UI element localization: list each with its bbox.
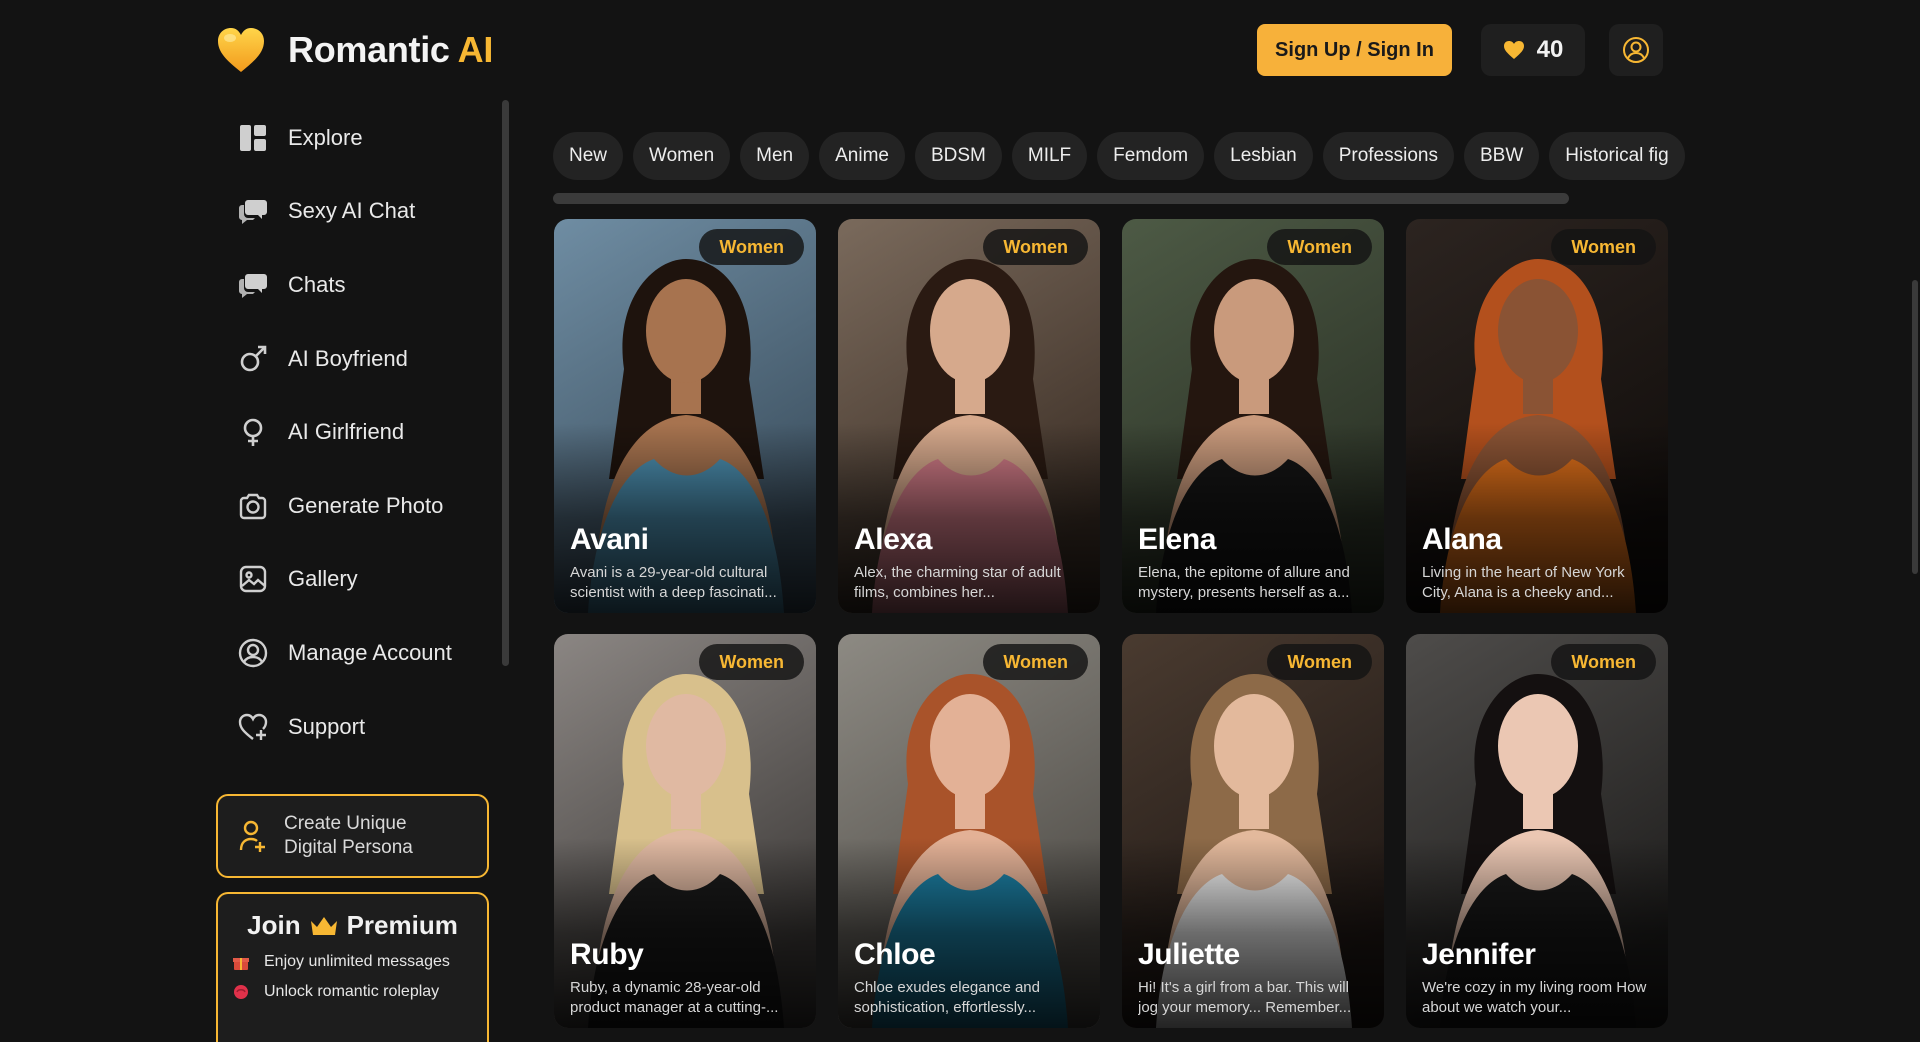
brand-logo[interactable]: Romantic AI — [216, 26, 493, 74]
category-chip-femdom[interactable]: Femdom — [1097, 132, 1205, 180]
category-chip-men[interactable]: Men — [740, 132, 810, 180]
character-card[interactable]: Women Jennifer We're cozy in my living r… — [1406, 634, 1668, 1028]
category-chip-anime[interactable]: Anime — [819, 132, 905, 180]
category-tabs: New Women Men Anime BDSM MILF Femdom Les… — [553, 132, 1688, 180]
user-circle-icon — [1623, 37, 1649, 63]
sidebar-item-label: AI Boyfriend — [288, 345, 408, 371]
character-description: Living in the heart of New York City, Al… — [1422, 564, 1625, 601]
character-description: Hi! It's a girl from a bar. This will jo… — [1138, 979, 1352, 1016]
brand-name: Romantic AI — [288, 29, 494, 70]
female-symbol-icon — [236, 415, 270, 449]
premium-title: Join Premium — [247, 910, 458, 940]
chat-bubbles-icon — [236, 194, 270, 228]
premium-perk: Enjoy unlimited messages — [218, 953, 487, 971]
create-persona-button[interactable]: Create Unique Digital Persona — [216, 794, 489, 878]
sidebar-scrollbar[interactable] — [502, 100, 509, 666]
category-chip-women[interactable]: Women — [633, 132, 731, 180]
category-badge: Women — [1267, 229, 1372, 265]
character-name: Ruby — [570, 938, 644, 971]
category-chip-bbw[interactable]: BBW — [1463, 132, 1540, 180]
sidebar-item-label: Generate Photo — [288, 492, 444, 518]
sidebar-item-support[interactable]: Support — [216, 690, 496, 764]
character-description: Avani is a 29-year-old cultural scientis… — [570, 564, 777, 601]
category-chip-milf[interactable]: MILF — [1011, 132, 1088, 180]
user-circle-icon — [236, 636, 270, 670]
character-name: Juliette — [1138, 938, 1240, 971]
character-name: Alana — [1422, 523, 1502, 556]
rose-icon — [234, 985, 248, 999]
character-description: Elena, the epitome of allure and mystery… — [1138, 564, 1350, 601]
sidebar-nav: Explore Sexy AI Chat Chats AI Boyfriend … — [216, 101, 496, 763]
credits-button[interactable]: 40 — [1481, 24, 1585, 76]
create-persona-label: Create Unique Digital Persona — [284, 813, 413, 858]
category-scrollbar[interactable] — [553, 193, 1569, 204]
sidebar-item-ai-girlfriend[interactable]: AI Girlfriend — [216, 395, 496, 469]
grid-icon — [236, 121, 270, 155]
character-name: Alexa — [854, 523, 933, 556]
gallery-icon — [236, 562, 270, 596]
sidebar-item-label: AI Girlfriend — [288, 419, 405, 445]
user-plus-icon — [239, 820, 265, 852]
character-description: Chloe exudes elegance and sophistication… — [854, 979, 1040, 1016]
character-card[interactable]: Women Avani Avani is a 29-year-old cultu… — [554, 219, 816, 613]
sidebar-item-label: Sexy AI Chat — [288, 198, 416, 224]
page-scrollbar[interactable] — [1912, 280, 1918, 574]
sidebar-item-label: Gallery — [288, 566, 358, 592]
category-chip-lesbian[interactable]: Lesbian — [1214, 132, 1313, 180]
sidebar-item-manage-account[interactable]: Manage Account — [216, 616, 496, 690]
character-card[interactable]: Women Alana Living in the heart of New Y… — [1406, 219, 1668, 613]
category-chip-historical[interactable]: Historical fig — [1549, 132, 1685, 180]
sidebar-item-ai-boyfriend[interactable]: AI Boyfriend — [216, 322, 496, 396]
character-name: Jennifer — [1422, 938, 1536, 971]
sidebar-item-explore[interactable]: Explore — [216, 101, 496, 175]
premium-perk: Unlock romantic roleplay — [218, 983, 487, 1001]
category-badge: Women — [1551, 229, 1656, 265]
crown-icon — [310, 916, 337, 935]
character-card[interactable]: Women Chloe Chloe exudes elegance and so… — [838, 634, 1100, 1028]
sidebar-item-label: Explore — [288, 124, 363, 150]
category-badge: Women — [699, 644, 804, 680]
sidebar-item-gallery[interactable]: Gallery — [216, 543, 496, 617]
sidebar-item-generate-photo[interactable]: Generate Photo — [216, 469, 496, 543]
category-chip-new[interactable]: New — [553, 132, 624, 180]
character-name: Elena — [1138, 523, 1217, 556]
premium-panel[interactable]: Join Premium Enjoy unlimited messages Un… — [216, 892, 489, 1042]
profile-button[interactable] — [1609, 24, 1663, 76]
sidebar-item-chats[interactable]: Chats — [216, 248, 496, 322]
character-card[interactable]: Women Ruby Ruby, a dynamic 28-year-old p… — [554, 634, 816, 1028]
character-name: Chloe — [854, 938, 936, 971]
chat-bubbles-icon — [236, 268, 270, 302]
male-symbol-icon — [236, 342, 270, 376]
sidebar-item-label: Support — [288, 713, 366, 739]
heart-plus-icon — [236, 710, 270, 744]
category-badge: Women — [983, 644, 1088, 680]
character-card[interactable]: Women Elena Elena, the epitome of allure… — [1122, 219, 1384, 613]
sidebar-item-label: Chats — [288, 271, 346, 297]
signup-button[interactable]: Sign Up / Sign In — [1257, 24, 1452, 76]
character-description: Ruby, a dynamic 28-year-old product mana… — [570, 979, 779, 1016]
category-badge: Women — [1267, 644, 1372, 680]
category-chip-professions[interactable]: Professions — [1322, 132, 1454, 180]
gift-icon — [233, 958, 249, 970]
character-card[interactable]: Women Alexa Alex, the charming star of a… — [838, 219, 1100, 613]
character-card[interactable]: Women Juliette Hi! It's a girl from a ba… — [1122, 634, 1384, 1028]
category-badge: Women — [983, 229, 1088, 265]
character-description: Alex, the charming star of adult films, … — [854, 564, 1061, 601]
category-badge: Women — [699, 229, 804, 265]
category-chip-bdsm[interactable]: BDSM — [914, 132, 1002, 180]
credits-count: 40 — [1536, 36, 1564, 63]
camera-icon — [236, 489, 270, 523]
heart-logo-icon — [218, 28, 264, 72]
character-name: Avani — [570, 523, 649, 556]
sidebar-item-label: Manage Account — [288, 639, 452, 665]
category-badge: Women — [1551, 644, 1656, 680]
character-description: We're cozy in my living room How about w… — [1422, 979, 1647, 1016]
sidebar-item-sexy-ai-chat[interactable]: Sexy AI Chat — [216, 175, 496, 249]
heart-icon — [1503, 41, 1524, 59]
